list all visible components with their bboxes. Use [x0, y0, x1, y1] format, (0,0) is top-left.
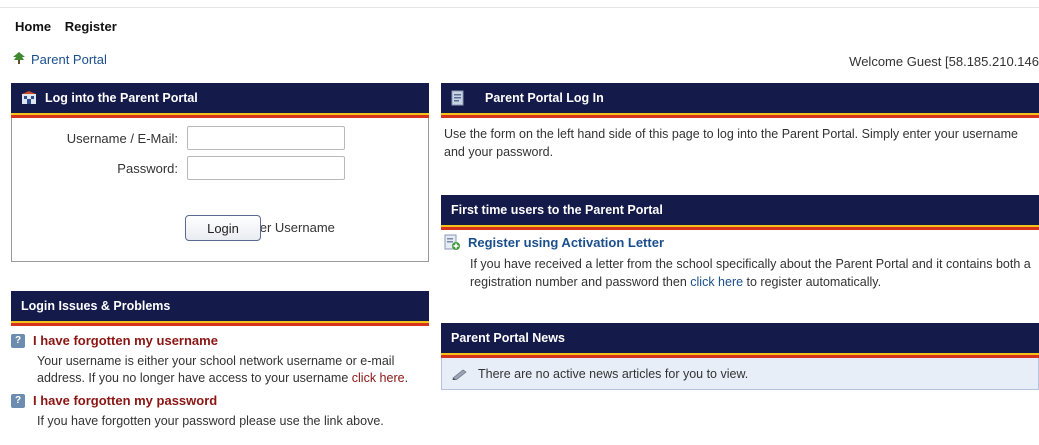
portal-news-header: Parent Portal News	[441, 323, 1039, 358]
portal-login-info-text: Use the form on the left hand side of th…	[444, 127, 1018, 159]
register-activation-text: If you have received a letter from the s…	[470, 257, 1031, 289]
register-activation-link[interactable]: Register using Activation Letter	[441, 234, 1039, 250]
portal-login-info-panel: Parent Portal Log In Use the form on the…	[441, 83, 1039, 161]
forgot-username-link[interactable]: click here	[352, 371, 405, 385]
portal-login-info-title: Parent Portal Log In	[485, 91, 604, 105]
issue-item: ? I have forgotten my username Your user…	[11, 333, 429, 387]
document-icon	[451, 90, 465, 106]
portal-news-panel: Parent Portal News There are no active n…	[441, 323, 1039, 390]
news-empty-message: There are no active news articles for yo…	[441, 358, 1039, 390]
portal-news-title: Parent Portal News	[451, 331, 565, 345]
breadcrumb: Parent Portal	[11, 51, 107, 68]
username-label: Username / E-Mail:	[66, 131, 178, 146]
login-button[interactable]: Login	[185, 215, 261, 241]
portal-login-info-header: Parent Portal Log In	[441, 83, 1039, 118]
forgot-username-text: Your username is either your school netw…	[37, 354, 409, 385]
pencil-icon	[452, 368, 468, 380]
login-issues-header: Login Issues & Problems	[11, 291, 429, 326]
password-label: Password:	[117, 161, 178, 176]
nav-register-link[interactable]: Register	[65, 19, 117, 34]
question-icon: ?	[11, 393, 25, 408]
login-panel-header: Log into the Parent Portal	[11, 83, 429, 118]
nav-home-link[interactable]: Home	[15, 19, 51, 34]
document-add-icon	[444, 234, 460, 250]
forgot-username-title: ? I have forgotten my username	[11, 333, 429, 348]
welcome-text: Welcome Guest [58.185.210.146	[849, 54, 1039, 69]
top-divider	[0, 0, 1039, 8]
issue-item: ? I have forgotten my password If you ha…	[11, 393, 429, 430]
top-navigation: Home Register	[15, 19, 127, 34]
login-panel: Log into the Parent Portal Username / E-…	[11, 83, 429, 262]
first-time-users-panel: First time users to the Parent Portal Re…	[441, 195, 1039, 291]
login-panel-title: Log into the Parent Portal	[45, 91, 198, 105]
first-time-users-header: First time users to the Parent Portal	[441, 195, 1039, 230]
password-input[interactable]	[187, 156, 345, 180]
login-issues-panel: Login Issues & Problems ? I have forgott…	[11, 291, 429, 430]
question-icon: ?	[11, 333, 25, 348]
register-click-here-link[interactable]: click here	[690, 275, 743, 289]
building-icon	[21, 91, 37, 105]
forgot-password-text: If you have forgotten your password plea…	[37, 414, 384, 428]
login-issues-title: Login Issues & Problems	[21, 299, 171, 313]
register-activation-title[interactable]: Register using Activation Letter	[468, 235, 664, 250]
breadcrumb-parent-portal[interactable]: Parent Portal	[31, 52, 107, 67]
login-form: Username / E-Mail: Password: Remember Us…	[11, 118, 429, 262]
forgot-password-title: ? I have forgotten my password	[11, 393, 429, 408]
first-time-users-title: First time users to the Parent Portal	[451, 203, 663, 217]
username-input[interactable]	[187, 126, 345, 150]
tree-icon	[11, 51, 27, 68]
